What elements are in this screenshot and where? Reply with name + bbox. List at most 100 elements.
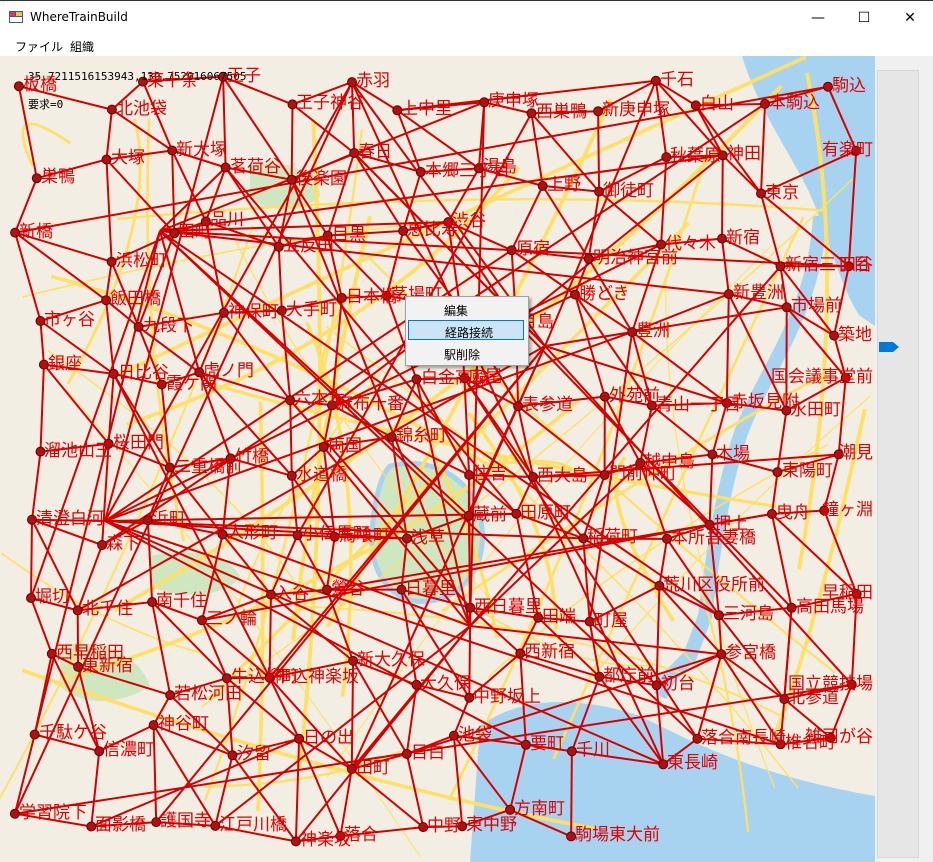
station-label[interactable]: 水道橋	[296, 467, 347, 484]
station-label[interactable]: 方南町	[514, 801, 565, 818]
station-label[interactable]: 外苑前	[609, 388, 660, 405]
station-label[interactable]: 押上	[714, 516, 748, 533]
station-label[interactable]: 巣鴨	[41, 169, 75, 186]
station-label[interactable]: 西新宿	[524, 644, 575, 661]
station-label[interactable]: 三ノ輪	[206, 611, 257, 628]
station-label[interactable]: 桜田門	[113, 435, 164, 452]
station-label[interactable]: 学習院下	[19, 805, 87, 822]
station-label[interactable]: 面影橋	[95, 817, 146, 834]
station-marker[interactable]	[318, 442, 329, 453]
station-label[interactable]: 北千住	[82, 601, 133, 618]
station-label[interactable]: 東京	[765, 185, 799, 202]
station-label[interactable]: 牛込神楽坂	[274, 669, 359, 686]
station-label[interactable]: 目白	[411, 745, 445, 762]
station-marker[interactable]	[781, 302, 792, 313]
station-label[interactable]: 馬喰町	[339, 528, 390, 545]
station-label[interactable]: 田町	[178, 224, 212, 241]
station-label[interactable]: 木場	[716, 446, 750, 463]
station-marker[interactable]	[217, 529, 228, 540]
station-marker[interactable]	[775, 261, 786, 272]
station-label[interactable]: 渋谷	[452, 213, 486, 230]
station-marker[interactable]	[46, 648, 57, 659]
station-label[interactable]: 赤坂見附	[731, 394, 799, 411]
station-label[interactable]: 駒場東大前	[575, 827, 660, 844]
zoom-slider-thumb[interactable]	[879, 342, 899, 352]
station-label[interactable]: 国会議事堂前	[771, 369, 873, 386]
station-marker[interactable]	[101, 154, 112, 165]
station-marker[interactable]	[29, 729, 40, 740]
station-label[interactable]: 越中島	[644, 454, 695, 471]
station-marker[interactable]	[108, 368, 119, 379]
station-label[interactable]: 本駒込	[769, 95, 820, 112]
station-label[interactable]: 中野	[427, 818, 461, 835]
station-marker[interactable]	[336, 292, 347, 303]
close-button[interactable]: ✕	[887, 2, 933, 34]
station-marker[interactable]	[506, 245, 517, 256]
station-label[interactable]: 茗荷谷	[230, 159, 281, 176]
station-marker[interactable]	[286, 174, 297, 185]
station-marker[interactable]	[220, 162, 231, 173]
station-label[interactable]: 東陽町	[782, 463, 833, 480]
station-label[interactable]: 神谷町	[158, 716, 209, 733]
station-label[interactable]: 新大塚	[176, 142, 227, 159]
station-label[interactable]: 田町	[356, 760, 390, 777]
station-marker[interactable]	[386, 432, 397, 443]
title-bar[interactable]: WhereTrainBuild — ☐ ✕	[0, 0, 933, 35]
station-label[interactable]: 東中野	[466, 817, 517, 834]
station-marker[interactable]	[401, 748, 412, 759]
station-label[interactable]: 江戸川橋	[219, 817, 287, 834]
station-label[interactable]: 御徒町	[603, 183, 654, 200]
station-label[interactable]: 有楽町	[822, 142, 873, 159]
station-label[interactable]: 落合南長崎	[701, 730, 786, 747]
station-label[interactable]: 早稲田	[822, 585, 873, 602]
station-marker[interactable]	[415, 167, 426, 177]
station-label[interactable]: 赤羽	[356, 73, 390, 90]
station-label[interactable]: 目黒	[332, 227, 366, 244]
station-marker[interactable]	[772, 467, 783, 478]
station-label[interactable]: 大手町	[286, 302, 337, 319]
station-label[interactable]: 稲荷町	[587, 529, 638, 546]
station-marker[interactable]	[286, 470, 297, 481]
station-label[interactable]: 神保町	[228, 304, 279, 321]
station-label[interactable]: 要町	[530, 736, 564, 753]
station-label[interactable]: 曳舟	[776, 505, 810, 522]
station-marker[interactable]	[690, 100, 701, 111]
context-menu-edit[interactable]: 編集	[408, 299, 524, 319]
station-marker[interactable]	[537, 180, 548, 191]
menu-file[interactable]: ファイル	[15, 38, 63, 55]
station-label[interactable]: 庚申塚	[488, 93, 539, 110]
station-label[interactable]: 市場前	[791, 298, 842, 315]
station-marker[interactable]	[148, 720, 159, 731]
station-label[interactable]: 五反田	[283, 238, 334, 255]
station-label[interactable]: 新豊洲	[733, 285, 784, 302]
station-label[interactable]: 湯島	[483, 159, 517, 176]
station-label[interactable]: 東十条	[147, 73, 198, 90]
station-label[interactable]: 参宮橋	[725, 645, 776, 662]
station-label[interactable]: 初台	[661, 676, 695, 693]
station-label[interactable]: 都庁前	[603, 668, 654, 685]
station-label[interactable]: 日暮里	[405, 581, 456, 598]
station-label[interactable]: 神田	[727, 146, 761, 163]
station-label[interactable]: 千川	[576, 742, 610, 759]
station-label[interactable]: 浜松町	[116, 253, 167, 270]
station-label[interactable]: 田端	[542, 609, 576, 626]
station-label[interactable]: 田原町	[520, 505, 571, 522]
station-label[interactable]: 日比谷	[118, 365, 169, 382]
station-label[interactable]: 鶯谷	[331, 581, 365, 598]
station-label[interactable]: 溜池山王	[44, 443, 112, 460]
station-label[interactable]: 潮見	[839, 445, 873, 462]
minimize-button[interactable]: —	[795, 2, 841, 34]
station-label[interactable]: 中野坂上	[473, 689, 541, 706]
station-label[interactable]: 南千住	[156, 593, 207, 610]
station-label[interactable]: 表参道	[522, 397, 573, 414]
station-label[interactable]: 千駄ケ谷	[39, 725, 107, 742]
station-marker[interactable]	[786, 602, 797, 613]
station-label[interactable]: 日の出	[303, 730, 354, 747]
station-marker[interactable]	[72, 605, 83, 616]
station-label[interactable]: 市ヶ谷	[44, 312, 95, 329]
station-marker[interactable]	[133, 321, 144, 332]
context-menu-delete-station[interactable]: 駅削除	[408, 343, 524, 363]
station-label[interactable]: 町屋	[594, 613, 628, 630]
station-label[interactable]: 築地	[838, 327, 872, 344]
station-label[interactable]: 東長崎	[667, 755, 718, 772]
